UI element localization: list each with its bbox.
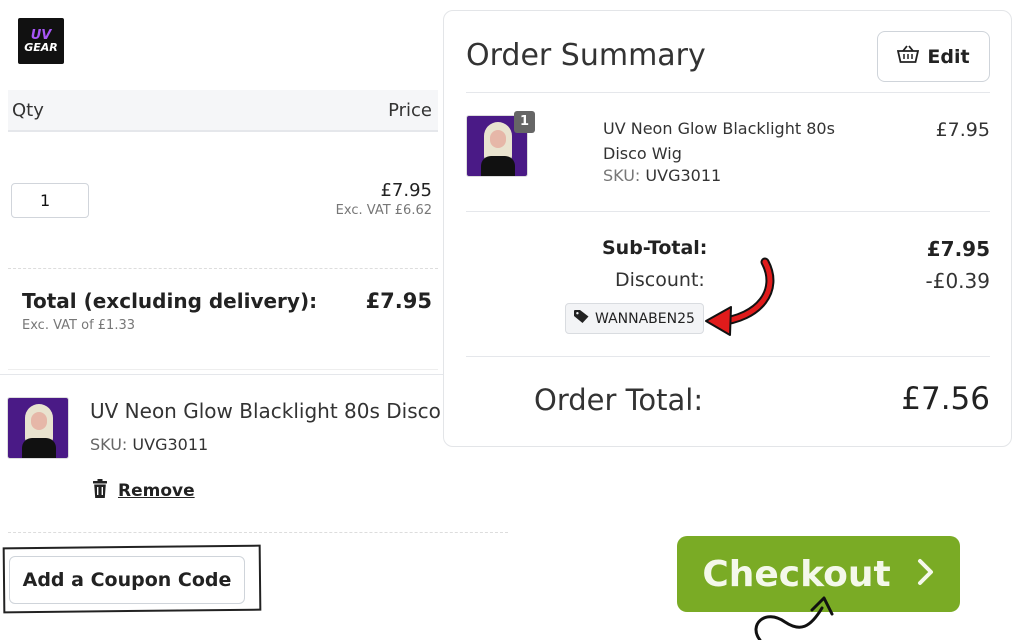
- cart-total-label: Total (excluding delivery):: [22, 289, 318, 313]
- price-column-header: Price: [388, 99, 432, 121]
- discount-label: Discount:: [615, 269, 705, 291]
- cart-product-card: [0, 374, 512, 532]
- product-thumbnail[interactable]: [7, 397, 69, 459]
- checkout-label: Checkout: [702, 553, 891, 595]
- divider: [466, 211, 990, 212]
- line-price: £7.95 Exc. VAT £6.62: [336, 180, 432, 218]
- summary-product-price: £7.95: [935, 119, 990, 141]
- product-name[interactable]: UV Neon Glow Blacklight 80s Disco Wig: [90, 399, 485, 423]
- brand-logo[interactable]: UV GEAR: [18, 18, 64, 64]
- basket-icon: [897, 45, 920, 68]
- discount-code-text: WANNABEN25: [595, 310, 695, 327]
- discount-value: -£0.39: [925, 269, 990, 293]
- order-total-label: Order Total:: [534, 383, 704, 417]
- remove-label: Remove: [118, 480, 195, 501]
- line-price-value: £7.95: [380, 180, 432, 201]
- quantity-badge: 1: [514, 111, 535, 133]
- sku-value: UVG3011: [132, 435, 209, 454]
- discount-code-tag: WANNABEN25: [565, 303, 704, 334]
- divider: [8, 369, 438, 370]
- sku-label: SKU:: [90, 435, 128, 454]
- line-price-exc-vat: Exc. VAT £6.62: [335, 203, 432, 218]
- sku-label: SKU:: [603, 166, 641, 185]
- edit-label: Edit: [927, 45, 970, 68]
- qty-column-header: Qty: [12, 99, 44, 121]
- divider: [466, 92, 990, 93]
- tag-icon: [574, 310, 589, 327]
- subtotal-label: Sub-Total:: [602, 237, 708, 259]
- sku-value: UVG3011: [645, 166, 722, 185]
- cart-table-header: Qty Price: [8, 90, 438, 132]
- add-coupon-button[interactable]: Add a Coupon Code: [9, 556, 245, 604]
- checkout-button[interactable]: Checkout: [677, 536, 960, 612]
- divider: [8, 532, 508, 533]
- summary-product-name: UV Neon Glow Blacklight 80s Disco Wig: [603, 119, 835, 163]
- edit-button[interactable]: Edit: [877, 31, 990, 82]
- remove-button[interactable]: Remove: [92, 479, 195, 502]
- order-summary-title: Order Summary: [466, 38, 706, 73]
- subtotal-value: £7.95: [926, 237, 990, 261]
- product-sku: SKU: UVG3011: [90, 435, 208, 454]
- logo-gear-text: GEAR: [24, 40, 58, 54]
- summary-product-sku: SKU: UVG3011: [603, 166, 721, 185]
- chevron-right-icon: [917, 554, 935, 595]
- cart-total-exc-vat: Exc. VAT of £1.33: [22, 318, 135, 333]
- divider: [466, 356, 990, 357]
- trash-icon: [92, 479, 108, 502]
- divider: [8, 268, 438, 269]
- cart-total-value: £7.95: [365, 289, 432, 313]
- quantity-input[interactable]: 1: [11, 183, 89, 218]
- logo-uv-text: UV: [30, 27, 52, 43]
- order-total-value: £7.56: [901, 381, 990, 417]
